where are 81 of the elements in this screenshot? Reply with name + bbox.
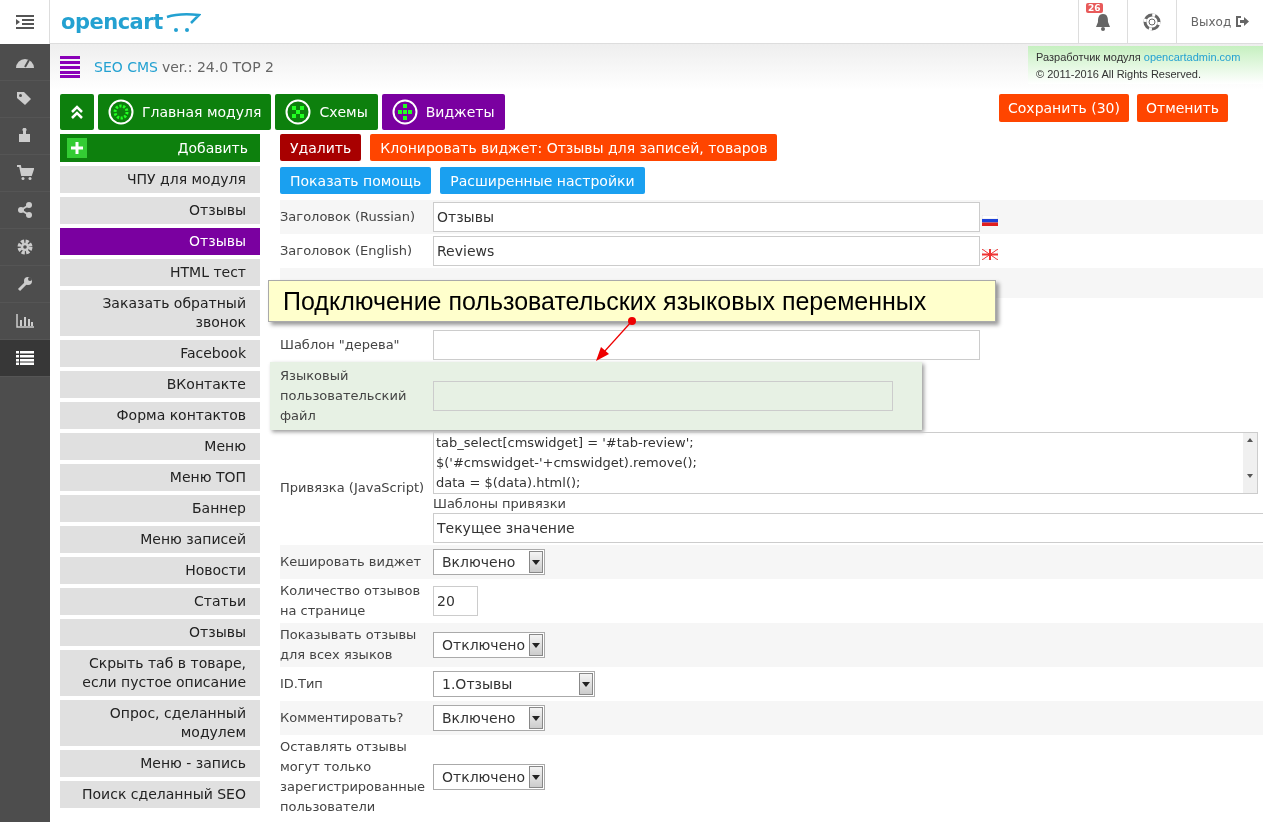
logout-icon[interactable]: [1235, 15, 1250, 28]
bell-icon[interactable]: [1095, 12, 1111, 31]
widget-item[interactable]: Статьи: [60, 588, 260, 615]
add-widget-button[interactable]: Добавить: [60, 134, 260, 162]
annotation-callout: Подключение пользовательских языковых переменных: [268, 280, 996, 322]
checker-icon: [285, 99, 312, 125]
widget-item[interactable]: Меню: [60, 433, 260, 460]
widget-item[interactable]: Форма контактов: [60, 402, 260, 429]
bar-chart-icon[interactable]: [16, 314, 34, 328]
widget-item[interactable]: ВКонтакте: [60, 371, 260, 398]
puzzle-icon[interactable]: [17, 128, 33, 144]
share-icon[interactable]: [17, 202, 33, 218]
field-label: Заголовок (English): [280, 242, 414, 260]
widget-item[interactable]: Новости: [60, 557, 260, 584]
module-name: SEO CMS: [94, 59, 158, 75]
select-dropdown[interactable]: Отключено: [433, 764, 545, 790]
field-label: Привязка (JavaScript): [280, 478, 426, 497]
tab[interactable]: Виджеты: [381, 94, 505, 130]
notification-badge: 26: [1086, 2, 1103, 13]
developer-label: Разработчик модуля: [1036, 51, 1141, 63]
cart-logo-icon: [164, 11, 201, 34]
input-field[interactable]: Текущее значение: [433, 513, 1263, 543]
copyright-text: © 2011-2016 All Rights Reserved.: [1036, 68, 1202, 80]
input-field[interactable]: 20: [433, 586, 478, 616]
chevron-up-icon: [70, 104, 84, 120]
widget-item[interactable]: Баннер: [60, 495, 260, 522]
widget-item[interactable]: Отзывы: [60, 197, 260, 224]
flag-icon: [982, 214, 998, 226]
settings-icon[interactable]: [17, 239, 33, 255]
field-label: ID.Тип: [280, 675, 324, 693]
input-field[interactable]: Отзывы: [433, 202, 980, 232]
lifebuoy-icon[interactable]: [1143, 12, 1161, 31]
select-dropdown[interactable]: Включено: [433, 705, 545, 731]
widget-item[interactable]: Заказать обратный звонок: [60, 290, 260, 336]
menu-icon[interactable]: [60, 56, 80, 78]
plus-icon: [67, 138, 87, 158]
tags-icon[interactable]: [16, 91, 34, 107]
widget-item[interactable]: HTML тест: [60, 259, 260, 286]
widget-item[interactable]: Скрыть таб в товаре, если пустое описание: [60, 650, 260, 696]
widget-item[interactable]: ЧПУ для модуля: [60, 166, 260, 193]
flag-icon: [982, 248, 998, 260]
collapse-button[interactable]: [60, 94, 94, 130]
widget-item[interactable]: Меню записей: [60, 526, 260, 553]
field-label: Языковый пользовательский файл: [280, 367, 408, 425]
widget-item[interactable]: Меню - запись: [60, 750, 260, 777]
widget-item[interactable]: Отзывы: [60, 619, 260, 646]
scrollbar[interactable]: [1243, 433, 1257, 493]
select-dropdown[interactable]: 1.Отзывы: [433, 671, 595, 697]
widget-item[interactable]: Отзывы: [60, 228, 260, 255]
caret-icon: [532, 642, 540, 648]
field-label: Показывать отзывы для всех языков: [280, 626, 418, 664]
logout-link[interactable]: Выход: [1190, 14, 1232, 29]
list-icon[interactable]: [16, 351, 34, 365]
module-version: ver.: 24.0 TOP 2: [161, 59, 274, 75]
tab[interactable]: Главная модуля: [98, 94, 272, 130]
widget-item[interactable]: Facebook: [60, 340, 260, 367]
field-label: Заголовок (Russian): [280, 208, 417, 226]
caret-icon: [582, 681, 590, 687]
widget-item[interactable]: Опрос, сделанный модулем: [60, 700, 260, 746]
field-label: Комментировать?: [280, 709, 405, 727]
field-label: Шаблон "дерева": [280, 336, 401, 354]
widget-item[interactable]: Поиск сделанный SEO: [60, 781, 260, 808]
field-label: Количество отзывов на странице: [280, 582, 422, 620]
wrench-icon[interactable]: [17, 276, 33, 292]
cart-icon[interactable]: [16, 165, 34, 181]
widget-item[interactable]: Меню ТОП: [60, 464, 260, 491]
code-textarea[interactable]: tab_select[cmswidget] = '#tab-review'; $('#cmswidget-'+cmswidget).remove(); data = $(data).html();: [433, 432, 1258, 494]
select-dropdown[interactable]: Отключено: [433, 632, 545, 658]
input-field[interactable]: [433, 330, 980, 360]
field-label: Оставлять отзывы могут только зарегистрированные пользователи: [280, 738, 426, 816]
ring-icon: [108, 99, 134, 125]
input-field[interactable]: Reviews: [433, 236, 980, 266]
field-label: Шаблоны привязки: [433, 496, 567, 511]
caret-icon: [532, 715, 540, 721]
delete-button[interactable]: Удалить: [280, 134, 362, 161]
select-dropdown[interactable]: Включено: [433, 549, 545, 575]
field-label: Кешировать виджет: [280, 553, 423, 571]
caret-icon: [532, 774, 540, 780]
caret-icon: [532, 559, 540, 565]
tab[interactable]: Схемы: [275, 94, 378, 130]
menu-icon[interactable]: [15, 15, 34, 29]
